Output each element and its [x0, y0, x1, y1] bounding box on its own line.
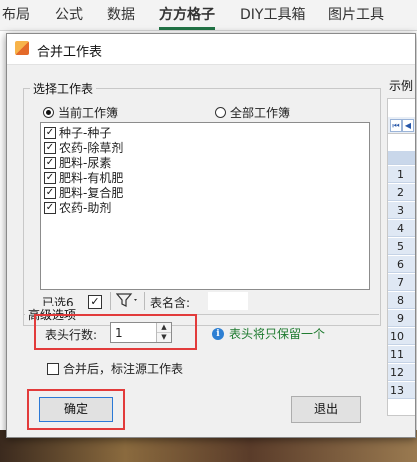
row-number: 4: [388, 220, 415, 237]
list-item[interactable]: ✓ 农药-助剂: [41, 200, 369, 215]
toolbar-divider: [110, 292, 111, 310]
row-number: 2: [388, 184, 415, 201]
toolbar-divider: [144, 292, 145, 310]
merge-sheets-dialog: 合并工作表 选择工作表 当前工作簿 全部工作簿 ✓ 种子-种子 ✓ 农药-除草剂…: [6, 33, 416, 438]
dialog-title: 合并工作表: [37, 45, 103, 60]
info-icon: i: [212, 327, 224, 340]
sheet-list-toolbar: 已选6 ✓ 表名含:: [40, 292, 370, 312]
checkbox-checked-icon[interactable]: ✓: [44, 186, 56, 199]
mark-source-label: 合并后，标注源工作表: [63, 362, 184, 376]
mark-source-checkbox[interactable]: 合并后，标注源工作表: [47, 360, 183, 377]
sheet-listbox[interactable]: ✓ 种子-种子 ✓ 农药-除草剂 ✓ 肥料-尿素 ✓ 肥料-有机肥 ✓ 肥料-复…: [40, 122, 370, 290]
ribbon-tab-layout[interactable]: 布局: [2, 4, 30, 24]
ribbon-tab-picture-tools[interactable]: 图片工具: [328, 4, 384, 24]
checkbox-checked-icon[interactable]: ✓: [44, 126, 56, 139]
stepper-down-icon[interactable]: ▼: [157, 333, 171, 342]
header-rows-value[interactable]: 1: [115, 326, 123, 340]
sample-sheet-nav: ⏮ ◀: [388, 117, 415, 134]
row-number: 12: [388, 364, 415, 381]
dialog-titlebar[interactable]: 合并工作表: [7, 34, 415, 65]
row-number: 13: [388, 382, 415, 399]
filter-dropdown[interactable]: [115, 292, 140, 311]
header-info-text: 表头将只保留一个: [229, 327, 326, 341]
sheet-name-contains-label: 表名含:: [150, 296, 191, 310]
sample-header-row: [388, 151, 415, 165]
list-item[interactable]: ✓ 种子-种子: [41, 125, 369, 140]
row-number: 10: [388, 328, 415, 345]
radio-current-workbook[interactable]: 当前工作簿: [43, 104, 118, 121]
row-number: 3: [388, 202, 415, 219]
list-item[interactable]: ✓ 农药-除草剂: [41, 140, 369, 155]
list-item[interactable]: ✓ 肥料-复合肥: [41, 185, 369, 200]
row-number: 8: [388, 292, 415, 309]
radio-all-workbooks[interactable]: 全部工作簿: [215, 104, 290, 121]
row-number: 7: [388, 274, 415, 291]
radio-all-label: 全部工作簿: [230, 106, 291, 120]
ribbon-tab-fangfang[interactable]: 方方格子: [159, 4, 215, 30]
radio-unselected-icon: [215, 107, 226, 118]
excel-ribbon: 布局 公式 数据 方方格子 DIY工具箱 图片工具: [0, 0, 417, 31]
ok-button[interactable]: 确定: [39, 397, 113, 422]
header-info: i 表头将只保留一个: [212, 325, 325, 342]
sample-label: 示例: [389, 79, 414, 93]
checkbox-unchecked-icon[interactable]: [47, 362, 59, 375]
ribbon-tab-diy[interactable]: DIY工具箱: [240, 4, 305, 24]
header-rows-stepper[interactable]: 1 ▲ ▼: [110, 322, 172, 343]
checkbox-checked-icon[interactable]: ✓: [44, 201, 56, 214]
exit-button[interactable]: 退出: [291, 396, 361, 423]
select-all-checkbox-icon[interactable]: ✓: [88, 295, 102, 309]
row-number: 1: [388, 166, 415, 183]
ribbon-tab-formulas[interactable]: 公式: [55, 4, 83, 24]
prev-sheet-icon[interactable]: ◀: [402, 119, 414, 132]
row-number: 6: [388, 256, 415, 273]
radio-current-label: 当前工作簿: [58, 106, 119, 120]
filter-icon: [115, 293, 137, 307]
checkbox-checked-icon[interactable]: ✓: [44, 156, 56, 169]
stepper-up-icon[interactable]: ▲: [157, 323, 171, 333]
list-item[interactable]: ✓ 肥料-尿素: [41, 155, 369, 170]
sample-panel: 示例 ⏮ ◀ 1 2 3 4 5 6 7 8 9 10 11 12 13: [385, 34, 415, 434]
list-item-label: 农药-助剂: [59, 201, 112, 215]
row-number: 5: [388, 238, 415, 255]
select-sheets-label: 选择工作表: [30, 80, 97, 97]
row-number: 11: [388, 346, 415, 363]
app-icon: [15, 41, 29, 55]
row-number: 9: [388, 310, 415, 327]
ribbon-tab-data[interactable]: 数据: [107, 4, 135, 24]
list-item[interactable]: ✓ 肥料-有机肥: [41, 170, 369, 185]
checkbox-checked-icon[interactable]: ✓: [44, 171, 56, 184]
first-sheet-icon[interactable]: ⏮: [390, 119, 402, 132]
radio-selected-icon: [43, 107, 54, 118]
sample-preview: ⏮ ◀ 1 2 3 4 5 6 7 8 9 10 11 12 13: [387, 98, 415, 416]
sheet-name-filter-input[interactable]: [208, 292, 248, 310]
checkbox-checked-icon[interactable]: ✓: [44, 141, 56, 154]
header-rows-label: 表头行数:: [45, 328, 98, 342]
